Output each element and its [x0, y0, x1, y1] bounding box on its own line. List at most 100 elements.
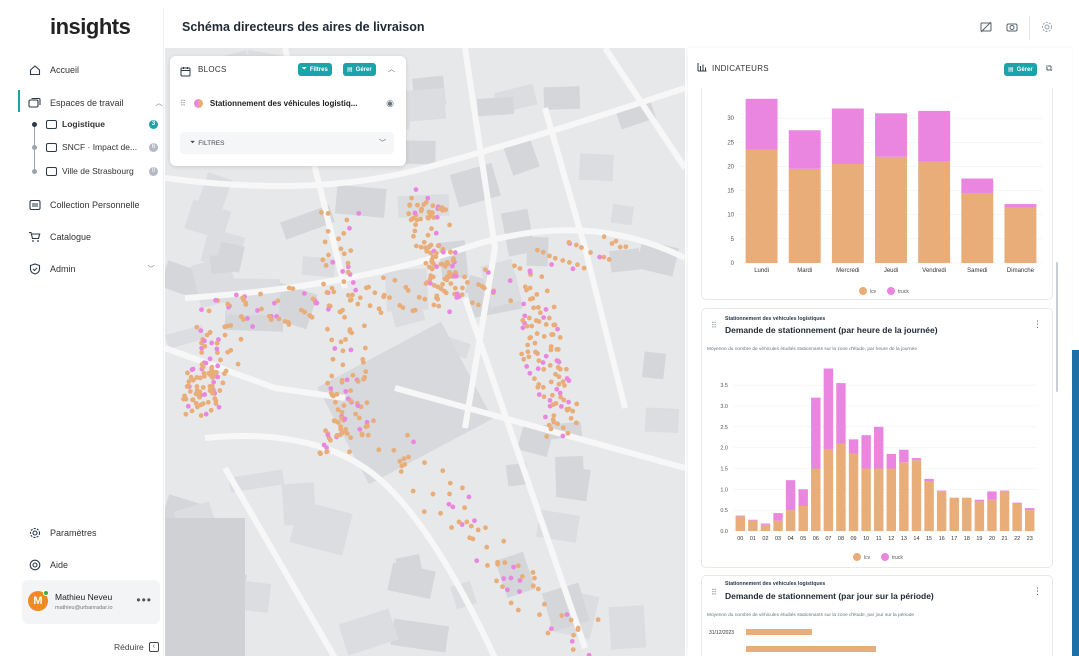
parking-point: [507, 278, 513, 284]
user-card[interactable]: M Mathieu Neveu mathieu@urbanradar.io ••…: [22, 580, 160, 624]
parking-point: [411, 439, 416, 445]
drag-handle-icon[interactable]: ⠿: [711, 588, 717, 597]
parking-point: [333, 399, 338, 405]
collapse-label: Réduire: [114, 642, 144, 652]
parking-point: [363, 369, 369, 375]
parking-point: [436, 303, 442, 309]
parking-point: [606, 257, 612, 262]
bar-truck: [735, 515, 746, 517]
parking-point: [569, 638, 575, 644]
parking-point: [216, 404, 222, 410]
sidebar-item-catalogue[interactable]: Catalogue: [28, 230, 91, 243]
parking-point: [537, 612, 542, 618]
parking-point: [526, 354, 532, 360]
map-building: [610, 204, 634, 226]
parking-point: [328, 386, 334, 392]
parking-point: [344, 377, 350, 383]
parking-point: [546, 253, 552, 259]
parking-point: [323, 263, 329, 268]
parking-point: [556, 374, 562, 380]
filters-button-label: Filtres: [309, 66, 328, 73]
user-email: mathieu@urbanradar.io: [55, 605, 113, 611]
parking-point: [425, 195, 431, 201]
workspace-item-sncf[interactable]: SNCF · Impact de... 6: [46, 142, 158, 152]
bar-lcv: [836, 443, 846, 531]
bar-lcv: [918, 161, 951, 263]
parking-point: [573, 420, 579, 426]
parking-point: [546, 315, 552, 321]
bar-truck: [823, 368, 834, 450]
workspace-item-strasbourg[interactable]: Ville de Strasbourg 0: [46, 166, 158, 176]
filters-button[interactable]: ⏷ Filtres: [298, 63, 332, 76]
chevron-up-icon[interactable]: ︿: [388, 64, 395, 74]
sidebar-item-label: Paramètres: [50, 527, 97, 538]
x-tick-label: 09: [850, 536, 856, 542]
manage-button[interactable]: ▤ Gérer: [1004, 63, 1037, 76]
parking-point: [225, 301, 231, 307]
drag-handle-icon[interactable]: ⠿: [180, 99, 186, 108]
parking-point: [199, 307, 204, 313]
parking-point: [341, 251, 347, 257]
parking-point: [536, 392, 542, 397]
bar-truck: [745, 98, 778, 150]
parking-point: [575, 627, 581, 633]
app-logo[interactable]: insights: [50, 14, 131, 40]
sidebar-item-settings[interactable]: Paramètres: [28, 526, 97, 539]
sidebar-item-help[interactable]: Aide: [28, 558, 68, 571]
user-name: Mathieu Neveu: [55, 592, 113, 602]
filters-accordion[interactable]: ⏷ FILTRES ﹀: [180, 132, 394, 154]
sidebar-item-collection[interactable]: Collection Personnelle: [28, 198, 140, 211]
folder-icon: [46, 166, 57, 176]
indicators-scrollbar[interactable]: [1056, 262, 1058, 392]
x-tick-label: 10: [863, 536, 869, 542]
parking-point: [522, 313, 528, 319]
parking-point: [433, 254, 439, 260]
parking-point: [240, 295, 246, 301]
camera-icon[interactable]: [1005, 21, 1018, 34]
chevron-up-icon[interactable]: ︿: [156, 98, 163, 108]
workspace-item-logistique[interactable]: Logistique 3: [46, 119, 158, 129]
parking-point: [476, 302, 481, 308]
bar-truck: [798, 489, 808, 506]
chevron-down-icon[interactable]: ﹀: [148, 264, 155, 274]
parking-point: [423, 200, 429, 205]
parking-point: [332, 346, 338, 351]
more-options-icon[interactable]: •••: [136, 593, 152, 607]
parking-point: [543, 353, 549, 359]
sidebar-item-admin[interactable]: Admin ﹀: [28, 262, 155, 275]
export-icon[interactable]: ⧉: [1046, 63, 1052, 74]
x-tick-label: 19: [976, 536, 982, 542]
gear-icon[interactable]: [1040, 21, 1053, 34]
parking-point: [446, 501, 452, 507]
kebab-menu-icon[interactable]: ⋮: [1033, 586, 1042, 597]
parking-point: [258, 291, 263, 297]
bar-truck: [886, 453, 897, 469]
x-tick-label: Lundi: [754, 268, 769, 274]
parking-point: [238, 336, 244, 342]
parking-point: [340, 348, 346, 354]
collapse-sidebar-button[interactable]: Réduire ‹: [114, 642, 159, 652]
map-toggle-icon[interactable]: [979, 21, 992, 34]
bar-lcv: [949, 497, 959, 531]
parking-point: [525, 342, 531, 348]
parking-point: [494, 578, 499, 584]
library-icon: [28, 198, 41, 211]
manage-button[interactable]: ▤ Gérer: [343, 63, 376, 76]
window-edge: [1072, 350, 1079, 656]
parking-point: [423, 260, 429, 266]
parking-point: [355, 403, 361, 409]
parking-point: [542, 601, 547, 607]
parking-point: [539, 274, 545, 280]
parking-point: [329, 373, 335, 379]
sidebar-item-accueil[interactable]: Accueil: [28, 63, 79, 76]
parking-point: [601, 254, 607, 260]
parking-point: [399, 463, 405, 469]
parking-point: [348, 248, 354, 253]
layer-row[interactable]: ⠿ Stationnement des véhicules logistiq..…: [180, 98, 394, 109]
parking-point: [184, 384, 190, 389]
parking-point: [365, 432, 371, 438]
sidebar-item-workspaces[interactable]: Espaces de travail ︿: [28, 96, 163, 109]
parking-point: [398, 469, 404, 474]
parking-point: [341, 230, 347, 236]
eye-icon[interactable]: ◉: [386, 98, 394, 109]
